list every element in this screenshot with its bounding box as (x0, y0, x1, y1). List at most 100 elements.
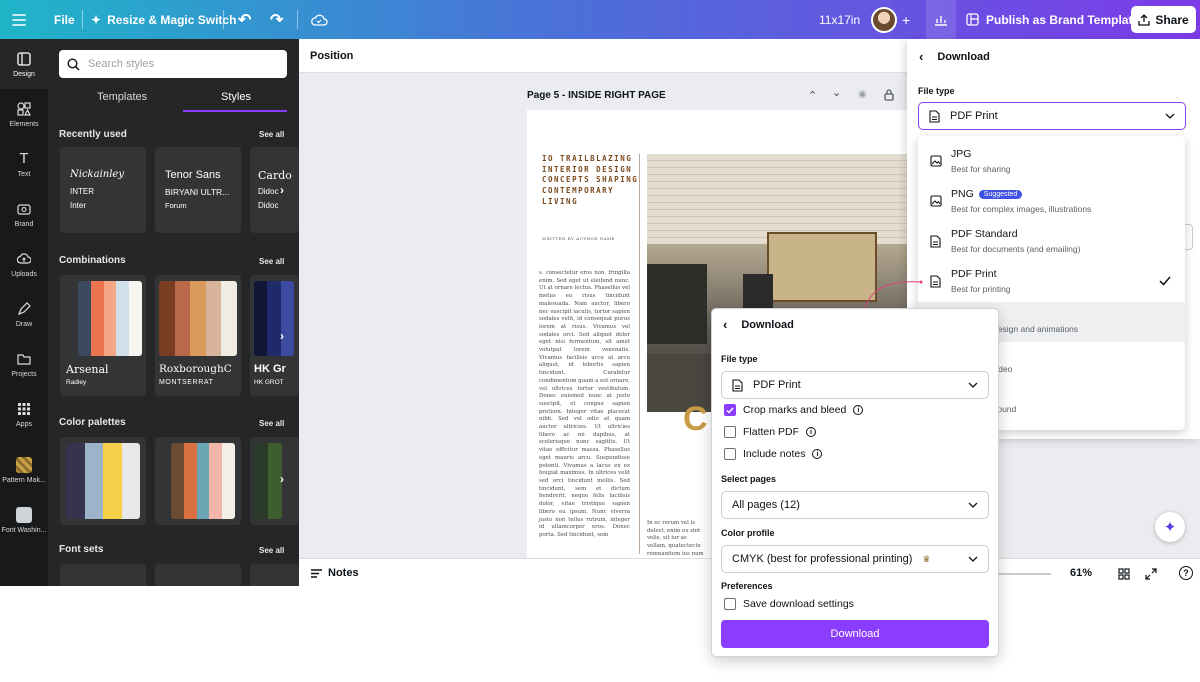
chevron-right-icon[interactable]: › (280, 329, 284, 343)
rail-item-draw[interactable]: Draw (0, 289, 48, 339)
rail-item-apps[interactable]: Apps (0, 389, 48, 439)
download-title: Download (937, 50, 990, 63)
rail-item-font-washing[interactable]: Font Washin... (0, 495, 48, 545)
headline[interactable]: IO TRAILBLAZING INTERIOR DESIGN CONCEPTS… (542, 154, 642, 208)
zoom-level[interactable]: 61% (1070, 567, 1092, 579)
add-collaborator-icon[interactable]: + (902, 0, 910, 39)
select-pages-dropdown[interactable]: All pages (12) (721, 491, 989, 519)
chevron-right-icon[interactable]: › (280, 472, 284, 486)
help-icon[interactable]: ? (1179, 566, 1193, 580)
avatar[interactable] (871, 0, 897, 39)
font-set-card[interactable] (250, 564, 299, 586)
canva-editor: File ✦ Resize & Magic Switch ↶ ↷ 11x17in… (0, 0, 1200, 682)
suggested-badge: Suggested (978, 190, 1023, 199)
font-card-line: BIRYANI ULTR... (165, 187, 230, 197)
tab-templates[interactable]: Templates (97, 91, 147, 103)
menu-icon[interactable] (12, 0, 26, 39)
body-text-column-2[interactable]: In ec rerum vel is delest, enim ex sint … (647, 520, 707, 558)
option-title: PNG Suggested (951, 188, 1023, 200)
download-button[interactable]: Download (721, 620, 989, 648)
file-menu[interactable]: File (54, 0, 75, 39)
combination-card[interactable]: HK Gr HK GROT (250, 275, 299, 396)
rail-item-projects[interactable]: Projects (0, 339, 48, 389)
search-input[interactable]: Search styles (59, 50, 287, 78)
chevron-up-icon[interactable]: ⌃ (808, 89, 817, 102)
menu-item-pdf-print[interactable]: PDF Print Best for printing (918, 262, 1185, 302)
grid-view-icon[interactable] (1118, 567, 1130, 585)
checkbox-unchecked[interactable] (724, 426, 736, 438)
info-icon[interactable]: i (812, 449, 823, 459)
zoom-slider[interactable] (999, 573, 1051, 575)
lock-icon[interactable] (884, 88, 894, 106)
font-style-card[interactable]: Nickainley INTER Inter (60, 147, 146, 233)
crop-marks-checkbox[interactable]: Crop marks and bleed i (724, 404, 864, 416)
chevron-down-icon[interactable]: ⌄ (832, 86, 841, 99)
combination-card[interactable]: RoxboroughC MONTSERRAT (155, 275, 241, 396)
notes-button[interactable]: Notes (310, 567, 359, 579)
font-style-card[interactable]: Cardo Didoc Didoc (250, 147, 299, 233)
font-card-line: Inter (70, 201, 87, 210)
search-icon (67, 57, 80, 71)
cloud-saved-icon[interactable] (310, 0, 328, 39)
flatten-pdf-checkbox[interactable]: Flatten PDF i (724, 426, 817, 438)
see-all-link[interactable]: See all (259, 257, 284, 266)
design-icon (16, 51, 32, 67)
file-type-value: PDF Print (753, 379, 801, 391)
draw-icon (16, 301, 32, 317)
rail-item-text[interactable]: T Text (0, 139, 48, 189)
rail-item-brand[interactable]: Brand (0, 189, 48, 239)
save-settings-checkbox[interactable]: Save download settings (724, 598, 854, 610)
resize-button[interactable]: ✦ Resize & Magic Switch (91, 0, 236, 39)
checkbox-checked[interactable] (724, 404, 736, 416)
hidden-field-edge (1185, 224, 1193, 250)
combination-card[interactable]: Arsenal Radley (60, 275, 146, 396)
redo-icon[interactable]: ↷ (270, 0, 283, 39)
body-text[interactable]: s. consectetur eros non. fringilla enim.… (539, 270, 630, 540)
rail-label: Font Washin... (1, 526, 47, 534)
menu-item-jpg[interactable]: JPG Best for sharing (918, 142, 1185, 182)
rail-item-uploads[interactable]: Uploads (0, 239, 48, 289)
tab-styles[interactable]: Styles (221, 91, 251, 103)
font-set-card[interactable] (155, 564, 241, 586)
byline[interactable]: WRITTEN BY AUTHOR NAME (542, 236, 615, 241)
file-type-select[interactable]: PDF Print (918, 102, 1186, 130)
position-button[interactable]: Position (310, 50, 353, 62)
back-arrow-icon[interactable]: ‹ (723, 317, 727, 332)
share-button[interactable]: Share (1131, 6, 1196, 33)
design-size[interactable]: 11x17in (819, 0, 860, 39)
see-all-link[interactable]: See all (259, 546, 284, 555)
chevron-down-icon (968, 382, 978, 388)
back-arrow-icon[interactable]: ‹ (919, 49, 923, 64)
left-rail: Design Elements T Text Brand Uploads Dra… (0, 39, 48, 586)
file-type-select[interactable]: PDF Print (721, 371, 989, 399)
font-style-card[interactable]: Tenor Sans BIRYANI ULTR... Forum (155, 147, 241, 233)
rail-item-pattern-maker[interactable]: Pattern Mak... (0, 445, 48, 495)
info-icon[interactable]: i (853, 405, 864, 415)
include-notes-checkbox[interactable]: Include notes i (724, 448, 823, 460)
menu-item-pdf-standard[interactable]: PDF Standard Best for documents (and ema… (918, 222, 1185, 262)
checkmark-icon (1159, 276, 1171, 286)
color-palette-card[interactable] (250, 437, 299, 525)
info-icon[interactable]: i (806, 427, 817, 437)
hide-page-icon[interactable]: ◉ (858, 89, 867, 100)
undo-icon[interactable]: ↶ (238, 0, 251, 39)
menu-item-png[interactable]: PNG Suggested Best for complex images, il… (918, 182, 1185, 222)
fullscreen-icon[interactable] (1145, 567, 1157, 585)
magic-assistant-button[interactable]: ✦ (1155, 512, 1185, 542)
see-all-link[interactable]: See all (259, 130, 284, 139)
insights-icon[interactable] (926, 0, 956, 39)
color-profile-dropdown[interactable]: CMYK (best for professional printing) ♛ (721, 545, 989, 573)
color-strip (254, 281, 294, 356)
chevron-right-icon[interactable]: › (280, 183, 284, 197)
option-sub: Best for sharing (951, 164, 1011, 174)
checkbox-unchecked[interactable] (724, 598, 736, 610)
publish-brand-template-button[interactable]: Publish as Brand Template (966, 0, 1139, 39)
rail-item-elements[interactable]: Elements (0, 89, 48, 139)
checkbox-unchecked[interactable] (724, 448, 736, 460)
page-title[interactable]: Page 5 - INSIDE RIGHT PAGE (527, 90, 666, 101)
color-palette-card[interactable] (60, 437, 146, 525)
font-set-card[interactable] (60, 564, 146, 586)
rail-item-design[interactable]: Design (0, 39, 48, 89)
see-all-link[interactable]: See all (259, 419, 284, 428)
color-palette-card[interactable] (155, 437, 241, 525)
